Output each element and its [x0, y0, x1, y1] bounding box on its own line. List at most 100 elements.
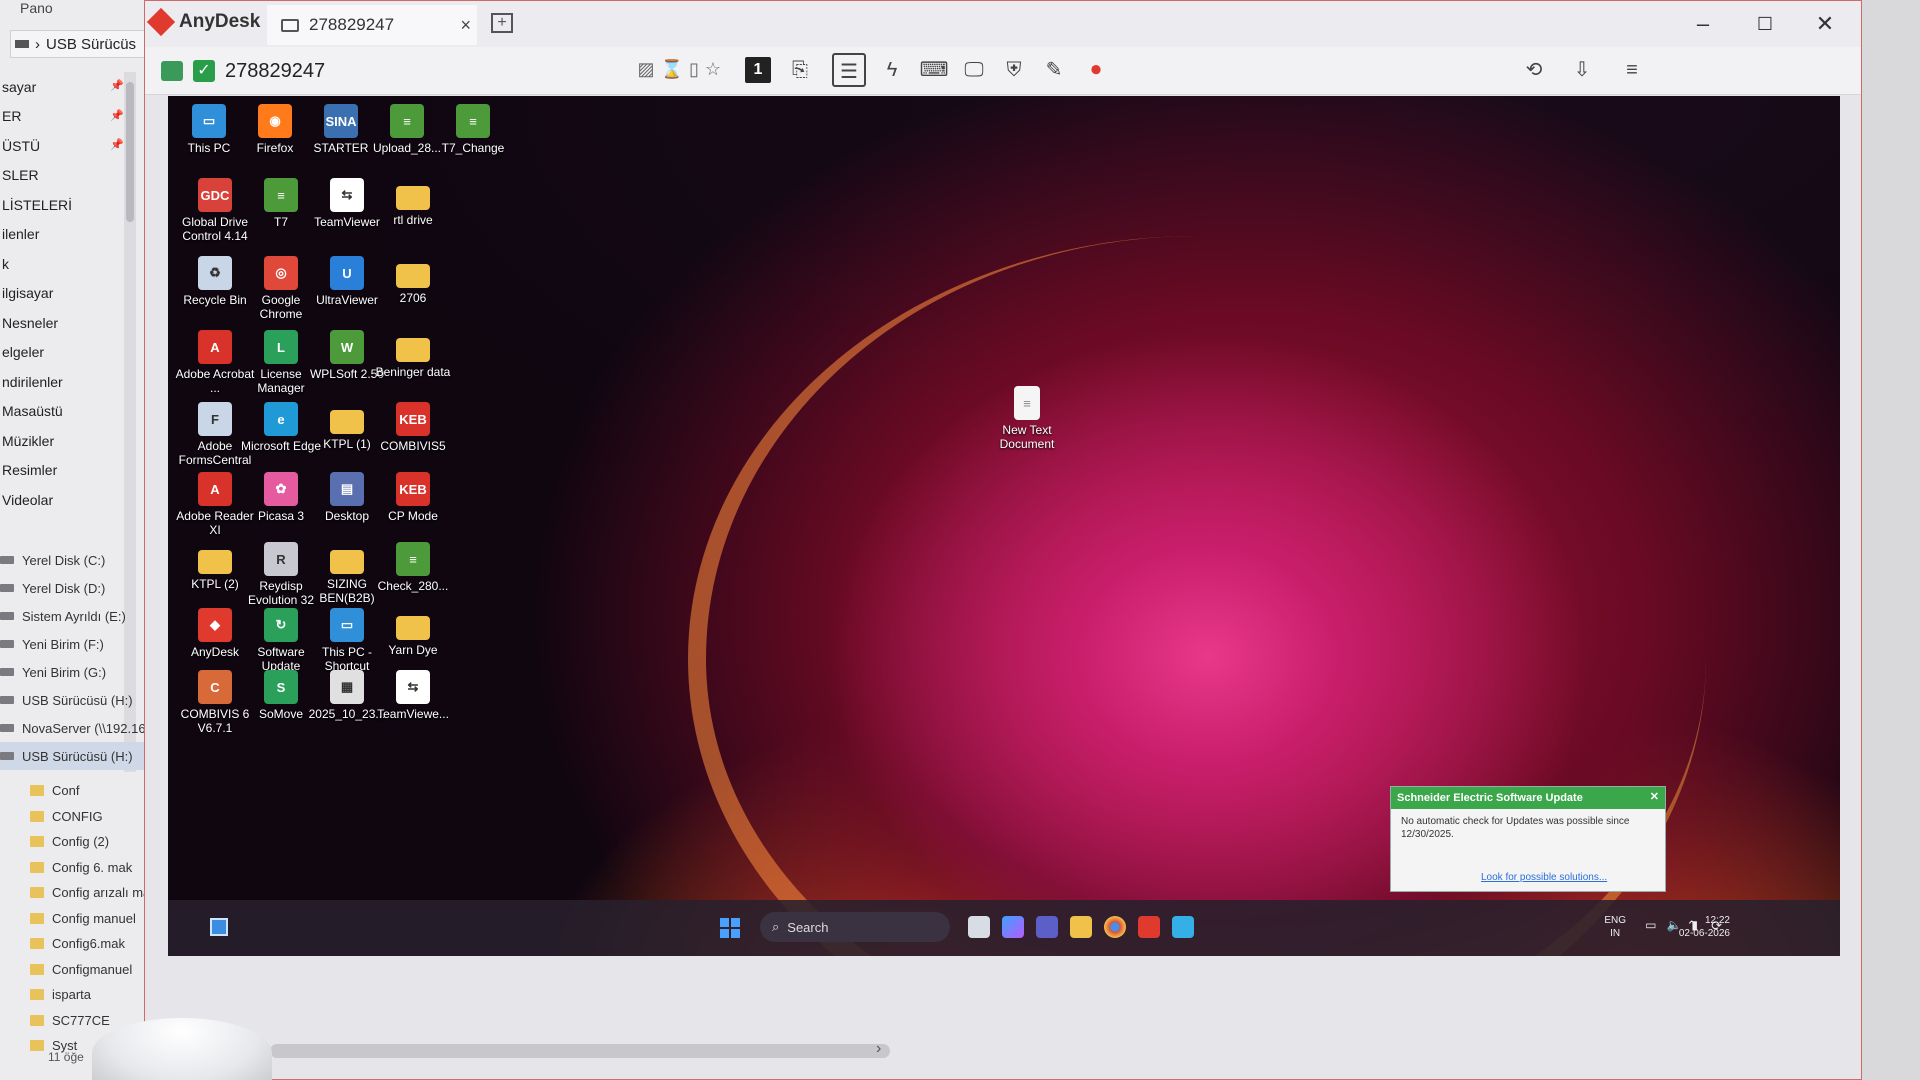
desktop-icon-label: SoMove	[258, 707, 304, 721]
monitor-1-button[interactable]: 1	[745, 57, 771, 83]
network-icon[interactable]: ▭	[1645, 918, 1656, 932]
permissions-shield-icon[interactable]: ⛨	[997, 53, 1031, 87]
language-region: IN	[1610, 928, 1621, 939]
desktop-app-icon: R	[264, 542, 298, 576]
search-placeholder: Search	[787, 919, 829, 935]
start-windows-icon[interactable]	[720, 918, 740, 938]
nav-item[interactable]: ilenler	[0, 220, 130, 250]
folder-icon	[30, 963, 44, 975]
keyboard-icon[interactable]: ⌨	[917, 53, 951, 87]
desktop-icon-label: Firefox	[256, 141, 294, 155]
chrome-icon[interactable]	[1104, 916, 1126, 938]
notification-popup[interactable]: Schneider Electric Software Update ✕ No …	[1390, 786, 1666, 892]
folder-icon	[30, 861, 44, 873]
desktop-icon[interactable]: ⇆ TeamViewe...	[372, 670, 454, 721]
desktop-icon[interactable]: KEB COMBIVIS5	[372, 402, 454, 453]
history-icon[interactable]: ⟲	[1517, 53, 1551, 87]
nav-item-label: ÜSTÜ	[2, 137, 41, 154]
folder-icon	[30, 1040, 44, 1052]
screenshot-icon[interactable]: ▨	[638, 59, 655, 80]
favorite-star-icon[interactable]: ☆	[705, 59, 721, 80]
widgets-icon[interactable]	[210, 918, 228, 936]
nav-item[interactable]: ilgisayar	[0, 279, 130, 309]
minimize-button[interactable]: –	[1683, 9, 1723, 39]
desktop-icon-label: New Text Document	[999, 423, 1055, 451]
explorer-item-count: 11 öğe	[48, 1050, 84, 1064]
drive-label: Sistem Ayrıldı (E:)	[22, 608, 126, 624]
maximize-button[interactable]: ☐	[1745, 9, 1785, 39]
nav-item[interactable]: ÜSTÜ 📌	[0, 131, 130, 161]
desktop-app-icon: ◆	[198, 608, 232, 642]
taskbar-search-box[interactable]: ⌕ Search	[760, 912, 950, 942]
remote-address-bar[interactable]: ✓ 278829247 ▨ ⌛ ▯ ☆	[157, 53, 727, 89]
search-icon: ⌕	[772, 919, 780, 934]
nav-item[interactable]: SLER	[0, 161, 130, 191]
remote-address-text: 278829247	[225, 59, 326, 82]
nav-item[interactable]: Masaüstü	[0, 397, 130, 427]
text-document-icon: ≡	[1014, 386, 1040, 420]
download-icon[interactable]: ⇩	[1565, 53, 1599, 87]
notepad-icon[interactable]	[1172, 916, 1194, 938]
desktop-icon[interactable]: Yarn Dye	[372, 608, 454, 657]
language-code: ENG	[1604, 915, 1626, 926]
file-transfer-icon[interactable]: ⎘	[783, 53, 817, 87]
nav-item-label: Videolar	[2, 491, 54, 508]
session-tab[interactable]: 278829247 ×	[267, 5, 477, 45]
close-tab-icon[interactable]: ×	[460, 15, 471, 36]
verified-check-icon: ✓	[193, 60, 215, 82]
desktop-icon[interactable]: Beninger data	[372, 330, 454, 379]
record-session-icon[interactable]: ⏺	[1079, 53, 1113, 87]
nav-item[interactable]: Resimler	[0, 456, 130, 486]
desktop-app-icon: ⇆	[330, 178, 364, 212]
desktop-app-icon: ≡	[396, 542, 430, 576]
nav-item-label: k	[2, 255, 9, 272]
display-icon[interactable]: 🖵	[957, 53, 991, 87]
copilot-icon[interactable]	[1002, 916, 1024, 938]
nav-item[interactable]: k	[0, 249, 130, 279]
language-indicator[interactable]: ENG IN	[1604, 914, 1626, 940]
nav-item[interactable]: LİSTELERİ	[0, 190, 130, 220]
desktop-app-icon: KEB	[396, 402, 430, 436]
scroll-right-arrow-icon[interactable]: ›	[876, 1040, 881, 1058]
desktop-app-icon	[396, 264, 430, 288]
app-name: AnyDesk	[179, 11, 261, 32]
desktop-app-icon: ↻	[264, 608, 298, 642]
nav-item[interactable]: Nesneler	[0, 308, 130, 338]
nav-item[interactable]: Videolar	[0, 485, 130, 515]
nav-item[interactable]: elgeler	[0, 338, 130, 368]
anydesk-taskbar-icon[interactable]	[1138, 916, 1160, 938]
chat-icon[interactable]: ☰	[832, 53, 866, 87]
close-button[interactable]: ✕	[1805, 9, 1845, 39]
nav-item[interactable]: ER 📌	[0, 102, 130, 132]
nav-item[interactable]: ndirilenler	[0, 367, 130, 397]
folder-label: Configmanuel	[52, 961, 133, 977]
task-view-icon[interactable]	[968, 916, 990, 938]
desktop-icon[interactable]: KEB CP Mode	[372, 472, 454, 523]
nav-item[interactable]: sayar 📌	[0, 72, 130, 102]
desktop-app-icon: ▭	[330, 608, 364, 642]
explorer-address-bar[interactable]: › USB Sürücüs	[10, 30, 150, 58]
nav-item[interactable]: Müzikler	[0, 426, 130, 456]
menu-hamburger-icon[interactable]: ≡	[1615, 53, 1649, 87]
teams-icon[interactable]	[1036, 916, 1058, 938]
desktop-icon-new-text-document[interactable]: ≡ New Text Document	[986, 386, 1068, 451]
notification-link[interactable]: Look for possible solutions...	[1481, 872, 1607, 883]
desktop-app-icon: ≡	[456, 104, 490, 138]
desktop-icon[interactable]: ≡ T7_Change	[432, 104, 514, 155]
desktop-app-icon	[330, 550, 364, 574]
file-explorer-icon[interactable]	[1070, 916, 1092, 938]
pin-icon: 📌	[110, 80, 124, 92]
whiteboard-pen-icon[interactable]: ✎	[1037, 53, 1071, 87]
hourglass-icon[interactable]: ⌛	[661, 59, 683, 80]
actions-lightning-icon[interactable]: ϟ	[875, 53, 909, 87]
new-tab-button[interactable]: +	[491, 13, 513, 33]
desktop-icon[interactable]: 2706	[372, 256, 454, 305]
remote-desktop-view[interactable]: ▭ This PC ◉ Firefox SINA STARTER ≡ Upload_28...…	[168, 96, 1840, 956]
taskbar-clock[interactable]: 12:22 02-06-2026	[1679, 914, 1730, 940]
desktop-icon[interactable]: ≡ Check_280...	[372, 542, 454, 593]
scrollbar-thumb[interactable]	[126, 82, 134, 222]
desktop-icon[interactable]: rtl drive	[372, 178, 454, 227]
clipboard-icon[interactable]: ▯	[689, 59, 699, 80]
horizontal-scrollbar[interactable]	[270, 1044, 890, 1058]
close-icon[interactable]: ✕	[1650, 790, 1659, 803]
